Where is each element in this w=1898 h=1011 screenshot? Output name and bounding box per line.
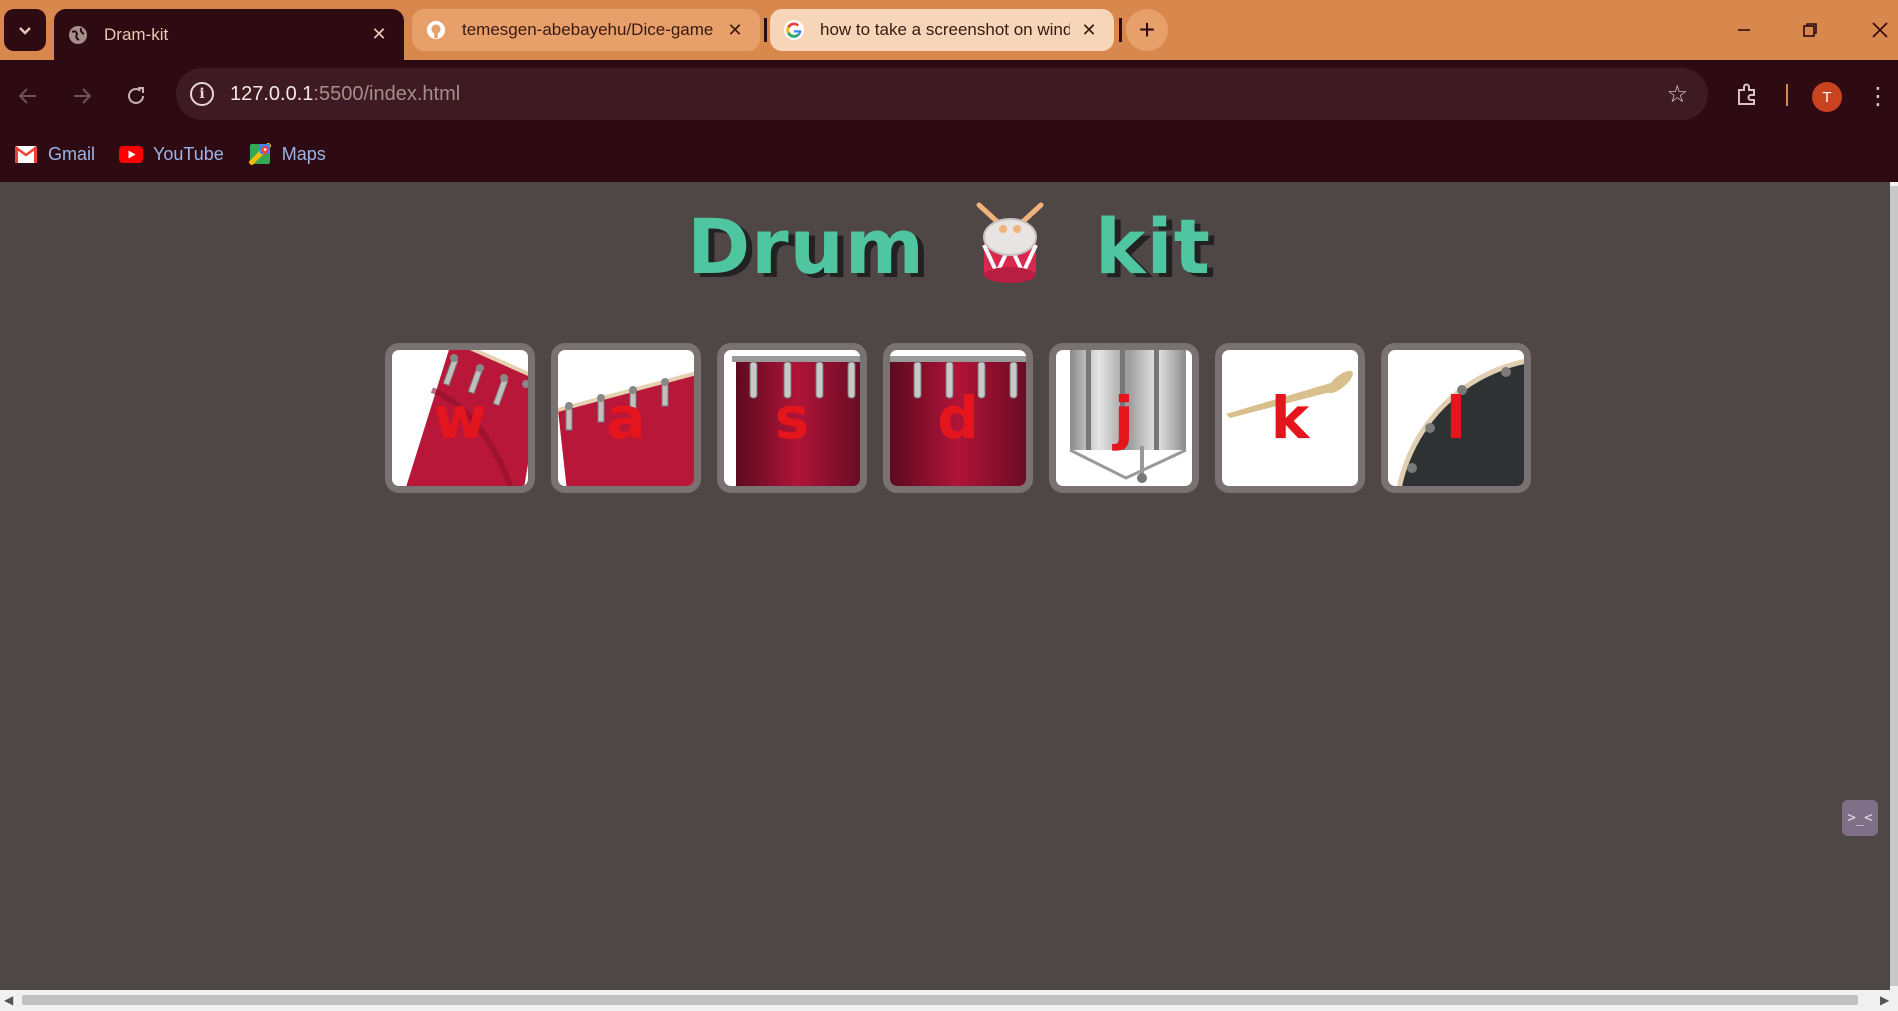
drum-key-label: d	[937, 384, 979, 452]
bookmark-youtube[interactable]: YouTube	[119, 144, 224, 165]
address-bar[interactable]: i 127.0.0.1:5500/index.html ☆	[176, 68, 1708, 120]
drum-pad-s[interactable]: s	[717, 343, 867, 493]
drum-pad-w[interactable]: w	[385, 343, 535, 493]
tab-dram-kit[interactable]: Dram-kit ✕	[54, 9, 404, 60]
drum-key-label: w	[433, 384, 487, 452]
new-tab-button[interactable]: +	[1126, 9, 1168, 51]
tab-title: how to take a screenshot on windows	[820, 20, 1070, 39]
tab-title: Dram-kit	[104, 24, 169, 44]
site-info-icon[interactable]: i	[190, 82, 214, 106]
title-word-right: kit	[1094, 202, 1211, 291]
google-icon	[784, 20, 804, 40]
drum-pads: w a s d j k l	[385, 343, 1531, 493]
page-content: Drum kit w a s d j k l	[0, 182, 1898, 990]
drum-icon	[971, 201, 1049, 287]
bookmark-label: YouTube	[153, 143, 224, 164]
tab-title: temesgen-abebayehu/Dice-game	[462, 20, 714, 39]
reload-button[interactable]	[116, 76, 156, 116]
toolbar-divider	[1786, 84, 1788, 106]
gmail-icon	[14, 145, 38, 163]
bookmark-star-icon[interactable]: ☆	[1666, 80, 1688, 109]
browser-toolbar: i 127.0.0.1:5500/index.html ☆ T ⋮ Gmail …	[0, 60, 1898, 182]
globe-icon	[68, 25, 88, 45]
drum-pad-j[interactable]: j	[1049, 343, 1199, 493]
plus-icon: +	[1138, 14, 1156, 45]
url-text[interactable]: 127.0.0.1:5500/index.html	[230, 83, 460, 106]
drum-key-label: k	[1270, 384, 1310, 452]
youtube-icon	[119, 145, 144, 163]
scroll-right-icon[interactable]: ▶	[1880, 993, 1889, 1007]
page-title: Drum kit	[0, 202, 1898, 295]
tab-separator	[764, 18, 767, 42]
scroll-left-icon[interactable]: ◀	[4, 993, 13, 1007]
tab-separator	[1119, 18, 1122, 42]
drum-key-label: a	[606, 384, 646, 452]
arrow-left-icon	[18, 88, 36, 104]
arrow-right-icon	[74, 88, 92, 104]
bookmarks-bar: Gmail YouTube Maps	[0, 134, 336, 174]
title-word-left: Drum	[687, 202, 925, 291]
tab-search-button[interactable]	[4, 9, 46, 51]
drum-key-label: j	[1114, 384, 1134, 452]
reload-icon	[128, 87, 144, 104]
vertical-scrollbar[interactable]	[1890, 182, 1898, 990]
restore-icon	[1803, 23, 1817, 37]
back-button[interactable]	[8, 76, 48, 116]
drum-key-label: s	[774, 384, 810, 452]
minimize-button[interactable]	[1726, 12, 1762, 48]
bookmark-gmail[interactable]: Gmail	[14, 144, 95, 165]
extensions-icon[interactable]	[1730, 78, 1764, 112]
forward-button[interactable]	[62, 76, 102, 116]
close-icon[interactable]: ✕	[368, 24, 390, 46]
maps-icon	[248, 143, 272, 165]
close-window-button[interactable]	[1862, 12, 1898, 48]
drum-pad-d[interactable]: d	[883, 343, 1033, 493]
drum-pad-k[interactable]: k	[1215, 343, 1365, 493]
horizontal-scrollbar[interactable]: ◀ ▶	[0, 990, 1898, 1011]
close-icon[interactable]: ✕	[1078, 19, 1100, 41]
close-icon[interactable]: ✕	[724, 19, 746, 41]
github-icon	[426, 20, 446, 40]
kebab-menu-icon[interactable]: ⋮	[1866, 76, 1890, 116]
tab-google-search[interactable]: how to take a screenshot on windows ✕	[770, 9, 1114, 51]
minimize-icon	[1738, 29, 1750, 31]
tab-dice-game[interactable]: temesgen-abebayehu/Dice-game ✕	[412, 9, 760, 51]
bookmark-label: Maps	[281, 143, 326, 164]
profile-avatar[interactable]: T	[1812, 82, 1842, 112]
restore-button[interactable]	[1792, 12, 1828, 48]
bookmark-maps[interactable]: Maps	[248, 143, 326, 165]
drum-key-label: l	[1446, 384, 1466, 452]
bookmark-label: Gmail	[48, 143, 96, 164]
drum-pad-a[interactable]: a	[551, 343, 701, 493]
scrollbar-thumb[interactable]	[1890, 186, 1898, 986]
close-icon	[1872, 22, 1888, 38]
drum-pad-l[interactable]: l	[1381, 343, 1531, 493]
chevron-down-icon	[19, 27, 31, 35]
tab-strip: Dram-kit ✕ temesgen-abebayehu/Dice-game …	[0, 0, 1898, 60]
devtools-toggle-button[interactable]: >_<	[1842, 800, 1878, 836]
scrollbar-thumb[interactable]	[22, 995, 1858, 1005]
